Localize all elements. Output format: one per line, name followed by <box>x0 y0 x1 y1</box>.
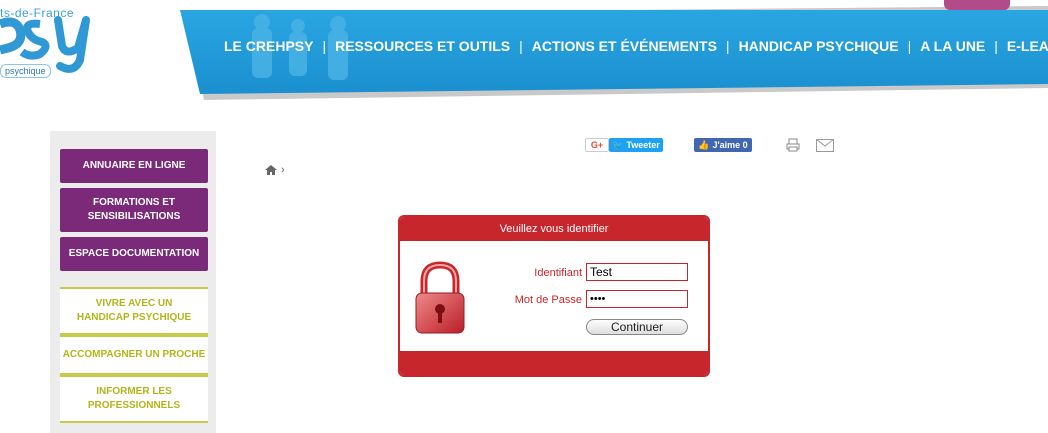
password-input[interactable] <box>586 290 688 308</box>
facebook-like-button[interactable]: 👍 J'aime 0 <box>694 138 752 152</box>
login-footer-bar <box>400 351 708 375</box>
identifiant-input[interactable] <box>586 263 688 281</box>
breadcrumb-separator: › <box>281 164 285 176</box>
nav-item-actions-evenements[interactable]: ACTIONS ET ÉVÉNEMENTS <box>532 38 717 54</box>
logo-region-text: ts-de-France <box>0 6 75 20</box>
tweet-label: Tweeter <box>626 140 660 150</box>
sidebar-item-formations[interactable]: FORMATIONS ET SENSIBILISATIONS <box>60 188 208 232</box>
nav-separator: | <box>322 38 327 54</box>
tweet-button[interactable]: 🐦 Tweeter <box>609 138 663 152</box>
nav-separator: | <box>519 38 523 54</box>
login-title: Veuillez vous identifier <box>400 217 708 241</box>
google-plus-button[interactable]: G+ <box>585 138 609 152</box>
login-panel: Veuillez vous identifier Identifiant Mot… <box>398 215 710 377</box>
like-label: J'aime 0 <box>712 140 748 150</box>
header-decorative-tab <box>944 0 1010 10</box>
nav-item-a-la-une[interactable]: A LA UNE <box>920 38 985 54</box>
main-nav: LE CREHPSY | RESSOURCES ET OUTILS | ACTI… <box>224 34 1048 58</box>
nav-separator: | <box>994 38 998 54</box>
site-logo[interactable]: ts-de-France psychique <box>0 0 110 86</box>
sidebar-item-documentation[interactable]: ESPACE DOCUMENTATION <box>60 237 208 271</box>
logo-subtitle: psychique <box>0 64 51 78</box>
sidebar-item-informer[interactable]: INFORMER LES PROFESSIONNELS <box>60 375 208 423</box>
nav-separator: | <box>725 38 730 54</box>
nav-item-handicap-psychique[interactable]: HANDICAP PSYCHIQUE <box>739 38 899 54</box>
nav-item-ressources-outils[interactable]: RESSOURCES ET OUTILS <box>335 38 510 54</box>
print-icon[interactable] <box>786 138 800 152</box>
nav-item-e-learning[interactable]: E-LEARNING <box>1007 38 1048 54</box>
padlock-icon <box>415 261 465 334</box>
sidebar-item-accompagner[interactable]: ACCOMPAGNER UN PROCHE <box>60 335 208 375</box>
password-label: Mot de Passe <box>514 294 582 306</box>
thumbs-up-icon: 👍 <box>698 139 710 150</box>
sidebar-item-annuaire[interactable]: ANNUAIRE EN LIGNE <box>60 149 208 183</box>
identifiant-label: Identifiant <box>534 267 582 279</box>
page: ts-de-France psychique LE CREHPSY | RESS… <box>0 0 1048 433</box>
home-icon[interactable] <box>265 165 277 175</box>
nav-separator: | <box>907 38 912 54</box>
continue-button[interactable]: Continuer <box>586 319 688 335</box>
mail-icon[interactable] <box>816 139 834 152</box>
twitter-bird-icon: 🐦 <box>612 139 624 150</box>
nav-item-le-crehpsy[interactable]: LE CREHPSY <box>224 38 313 54</box>
header-banner: ts-de-France psychique LE CREHPSY | RESS… <box>0 0 1048 110</box>
breadcrumb: › <box>265 164 285 176</box>
sidebar-item-vivre-avec[interactable]: VIVRE AVEC UN HANDICAP PSYCHIQUE <box>60 287 208 335</box>
sidebar: ANNUAIRE EN LIGNE FORMATIONS ET SENSIBIL… <box>50 131 216 433</box>
